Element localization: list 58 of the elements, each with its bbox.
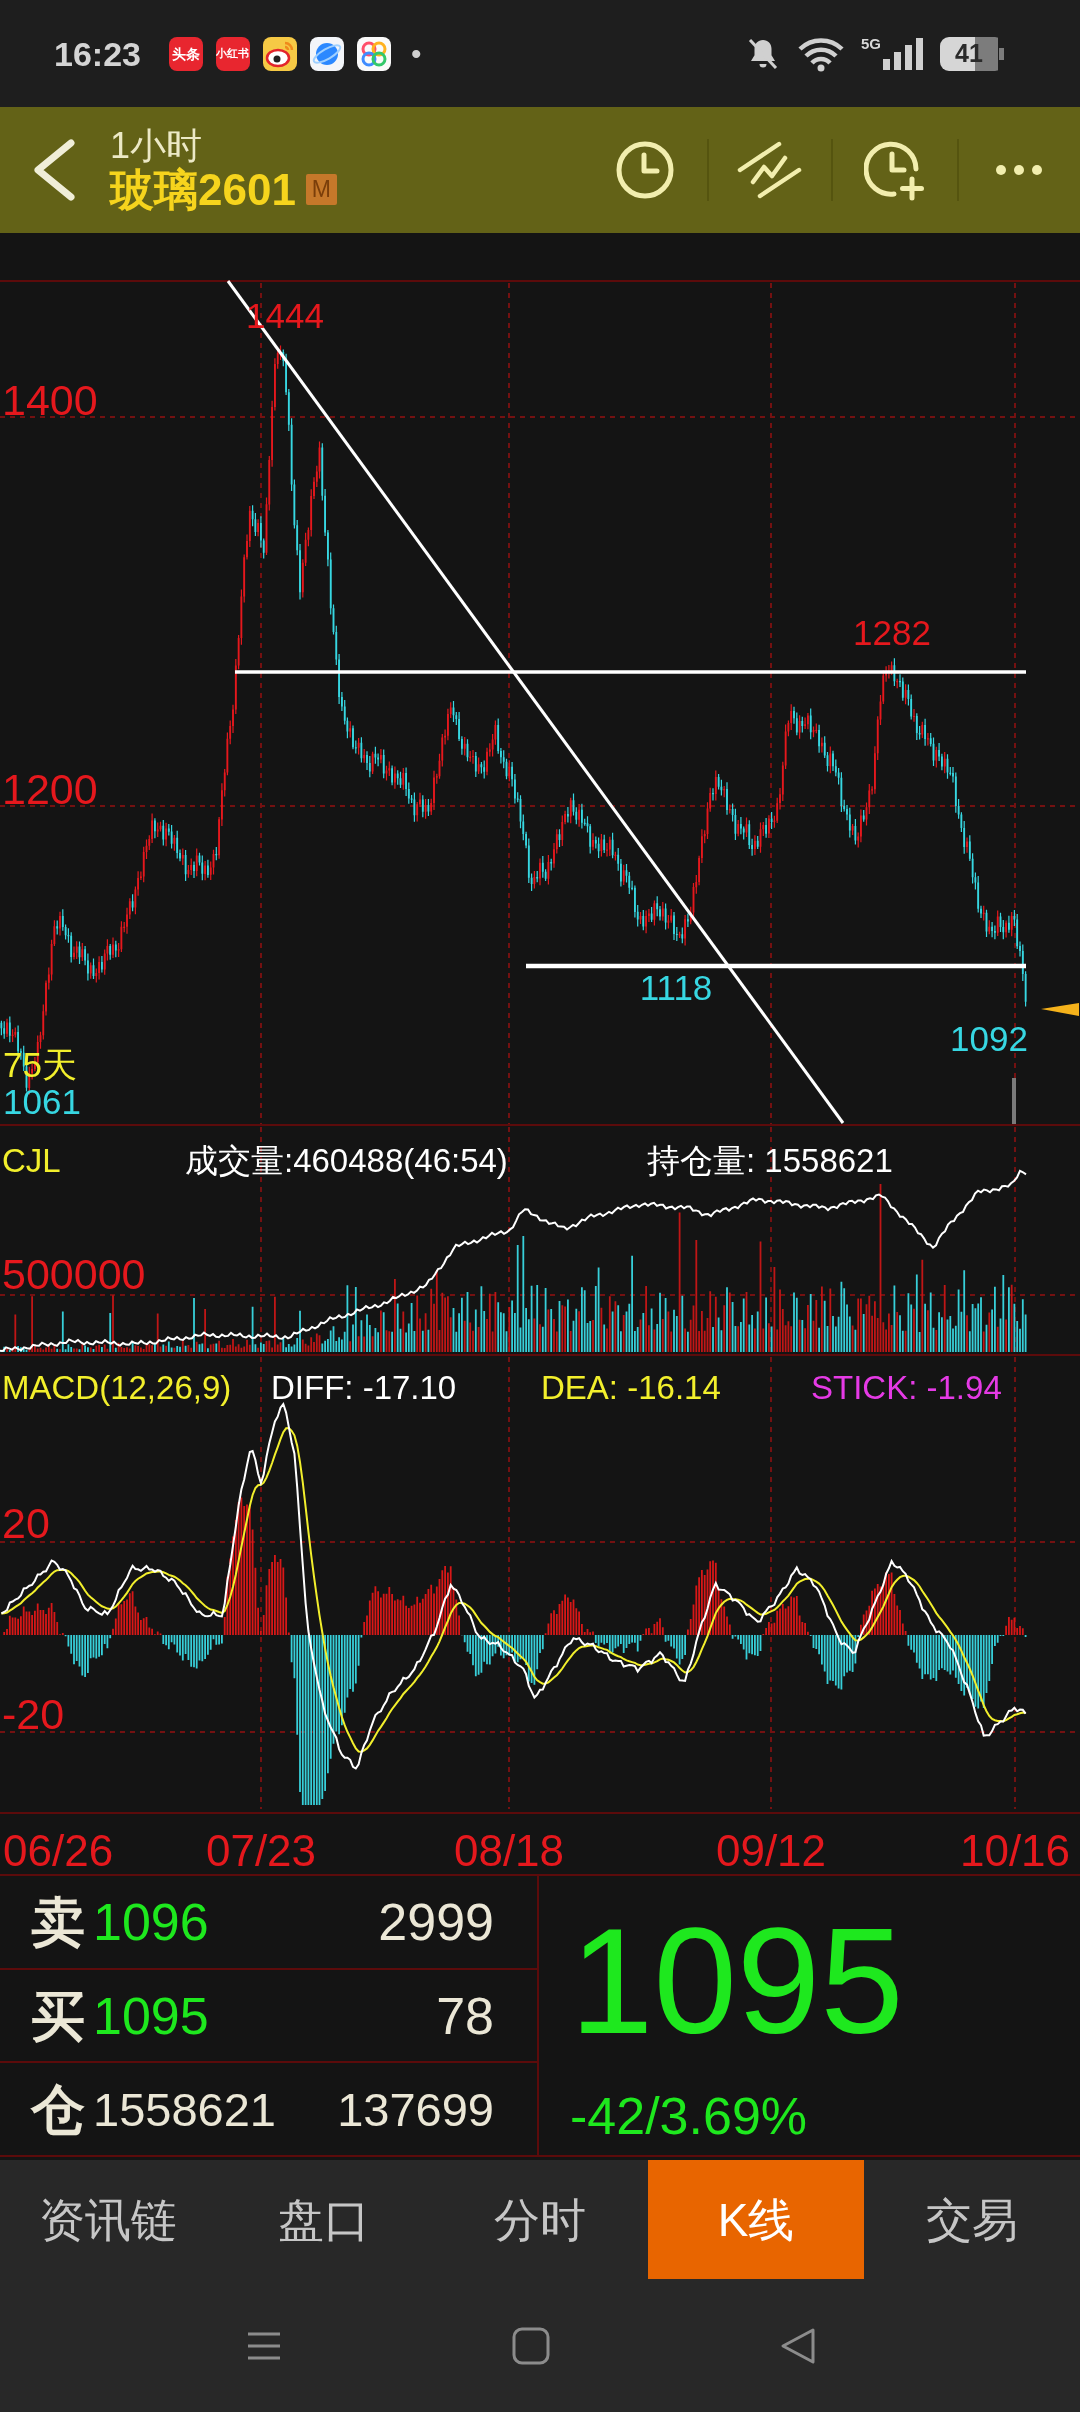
tab[interactable]: 资讯链 — [0, 2160, 216, 2279]
market-tag: M — [305, 174, 337, 206]
low-price-label: 1118 — [639, 968, 713, 1007]
quote-price: 1095 — [93, 1989, 209, 2042]
wifi-icon — [796, 35, 846, 72]
price-axis-label: 1400 — [2, 376, 98, 424]
low-price-label: 1092 — [950, 1019, 1028, 1058]
price-change: -42/3.69% — [570, 2090, 808, 2142]
app-icon — [262, 36, 297, 71]
clock-icon[interactable] — [615, 140, 675, 200]
signal-icon — [883, 37, 925, 70]
panel-title: MACD(12,26,9) — [2, 1369, 232, 1406]
volume-axis-label: 500000 — [2, 1250, 146, 1298]
quote-label: 仓 — [31, 2082, 85, 2137]
triangle-pointer-icon — [1041, 1003, 1079, 1016]
contract-name: 玻璃2601 — [110, 165, 296, 214]
stick-reading: STICK: -1.94 — [811, 1369, 1002, 1406]
quote-volume: 78 — [436, 1989, 494, 2042]
quote-label: 买 — [31, 1988, 85, 2043]
clock-plus-icon[interactable] — [864, 139, 926, 201]
app-icon — [356, 36, 391, 71]
date-label: 10/16 — [959, 1826, 1071, 1874]
macd-axis-label: 20 — [2, 1499, 50, 1547]
date-label: 06/26 — [3, 1826, 114, 1874]
notification-dot: • — [410, 38, 422, 69]
app-icon — [309, 36, 344, 71]
tab[interactable]: 交易 — [864, 2160, 1080, 2279]
home-icon[interactable] — [512, 2326, 550, 2365]
volume-reading: 成交量:460488(46:54) — [185, 1142, 508, 1179]
quote-price: 1096 — [93, 1895, 209, 1948]
back-icon[interactable] — [780, 2326, 816, 2365]
dea-reading: DEA: -16.14 — [541, 1369, 721, 1406]
diff-reading: DIFF: -17.10 — [271, 1369, 457, 1406]
low-price-label: 1061 — [3, 1082, 81, 1121]
quote-volume: 137699 — [337, 2085, 494, 2133]
zigzag-lines-icon[interactable] — [737, 140, 802, 200]
back-icon[interactable] — [31, 139, 77, 201]
tab[interactable]: 盘口 — [216, 2160, 432, 2279]
date-label: 09/12 — [715, 1826, 827, 1874]
macd-axis-label: -20 — [2, 1690, 65, 1738]
price-axis-label: 1200 — [2, 765, 98, 813]
high-price-label: 1282 — [853, 613, 931, 652]
quote-label: 卖 — [31, 1894, 85, 1949]
more-icon[interactable] — [995, 164, 1043, 176]
date-label: 07/23 — [205, 1826, 317, 1874]
app-icon: 小红书 — [215, 36, 250, 71]
chart-period: 1小时 — [110, 126, 204, 166]
battery-indicator: 41 — [940, 36, 1004, 71]
tab[interactable]: 分时 — [432, 2160, 648, 2279]
app-icon: 头条 — [168, 36, 203, 71]
quote-price: 1558621 — [93, 2085, 276, 2133]
panel-title: CJL — [2, 1142, 61, 1179]
open-interest-reading: 持仓量: 1558621 — [647, 1142, 893, 1179]
status-time: 16:23 — [54, 36, 141, 71]
quote-volume: 2999 — [378, 1895, 494, 1948]
date-label: 08/18 — [453, 1826, 565, 1874]
last-price: 1095 — [570, 1906, 904, 2056]
network-type: 5G — [861, 35, 881, 51]
